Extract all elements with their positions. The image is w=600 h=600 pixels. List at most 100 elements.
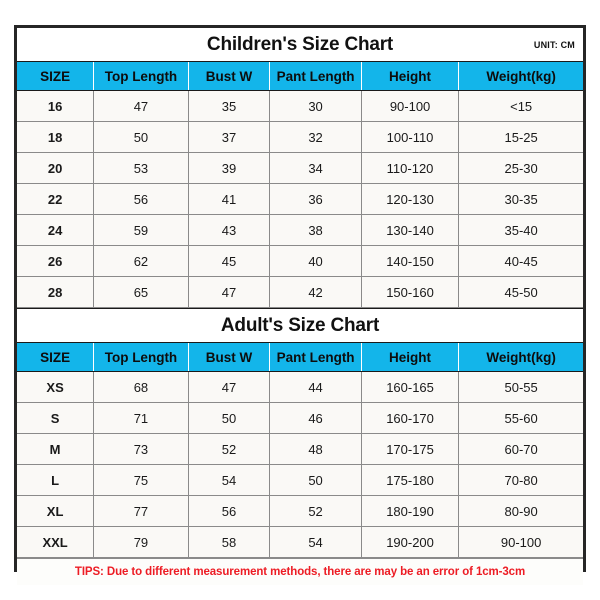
column-header-pant-length: Pant Length [269,61,362,91]
cell-top-length: 79 [93,526,189,558]
cell-top-length: 62 [93,245,189,277]
cell-size: XL [17,495,95,527]
cell-height: 140-150 [360,245,460,277]
cell-weight: <15 [458,90,583,122]
cell-size: XS [17,371,95,403]
cell-bust-w: 45 [187,245,271,277]
cell-weight: 35-40 [458,214,583,246]
cell-height: 175-180 [360,464,460,496]
cell-size: 28 [17,276,95,308]
cell-bust-w: 47 [187,276,271,308]
column-header-size: SIZE [17,61,95,91]
cell-top-length: 77 [93,495,189,527]
cell-height: 150-160 [360,276,460,308]
column-header-height: Height [360,61,460,91]
cell-height: 90-100 [360,90,460,122]
table-row: 16 47 35 30 90-100 <15 [17,90,583,122]
cell-top-length: 53 [93,152,189,184]
adult-table-body: Adult's Size Chart SIZE Top Length Bust … [17,308,583,558]
cell-bust-w: 43 [187,214,271,246]
cell-bust-w: 56 [187,495,271,527]
column-header-bust-w: Bust W [187,342,271,372]
cell-bust-w: 52 [187,433,271,465]
cell-bust-w: 41 [187,183,271,215]
cell-size: 16 [17,90,95,122]
table-row: 22 56 41 36 120-130 30-35 [17,183,583,215]
column-header-bust-w: Bust W [187,61,271,91]
cell-pant-length: 40 [269,245,362,277]
cell-top-length: 47 [93,90,189,122]
cell-pant-length: 32 [269,121,362,153]
cell-size: 18 [17,121,95,153]
cell-top-length: 65 [93,276,189,308]
cell-weight: 15-25 [458,121,583,153]
table-row: 18 50 37 32 100-110 15-25 [17,121,583,153]
table-row: 28 65 47 42 150-160 45-50 [17,276,583,308]
tips-note: TIPS: Due to different measurement metho… [17,558,583,585]
size-chart-container: Children's Size Chart UNIT: CM SIZE Top … [14,25,586,585]
cell-top-length: 59 [93,214,189,246]
cell-pant-length: 54 [269,526,362,558]
children-size-table: Children's Size Chart UNIT: CM SIZE Top … [17,28,583,308]
cell-bust-w: 39 [187,152,271,184]
cell-pant-length: 36 [269,183,362,215]
cell-weight: 55-60 [458,402,583,434]
children-table-body: Children's Size Chart UNIT: CM SIZE Top … [17,28,583,308]
adult-header-row: SIZE Top Length Bust W Pant Length Heigh… [17,342,583,372]
cell-weight: 45-50 [458,276,583,308]
column-header-weight: Weight(kg) [458,61,583,91]
table-row: XXL 79 58 54 190-200 90-100 [17,526,583,558]
table-row: 20 53 39 34 110-120 25-30 [17,152,583,184]
cell-pant-length: 44 [269,371,362,403]
cell-top-length: 71 [93,402,189,434]
cell-size: 20 [17,152,95,184]
cell-height: 120-130 [360,183,460,215]
unit-note: UNIT: CM [533,39,575,50]
cell-size: 24 [17,214,95,246]
cell-height: 100-110 [360,121,460,153]
children-header-row: SIZE Top Length Bust W Pant Length Heigh… [17,61,583,91]
cell-weight: 80-90 [458,495,583,527]
cell-weight: 90-100 [458,526,583,558]
cell-size: L [17,464,95,496]
cell-weight: 50-55 [458,371,583,403]
cell-top-length: 68 [93,371,189,403]
cell-top-length: 73 [93,433,189,465]
cell-height: 160-170 [360,402,460,434]
cell-size: 22 [17,183,95,215]
cell-weight: 70-80 [458,464,583,496]
column-header-top-length: Top Length [93,61,189,91]
cell-weight: 40-45 [458,245,583,277]
cell-bust-w: 58 [187,526,271,558]
cell-height: 160-165 [360,371,460,403]
cell-pant-length: 52 [269,495,362,527]
cell-top-length: 75 [93,464,189,496]
cell-bust-w: 54 [187,464,271,496]
cell-pant-length: 46 [269,402,362,434]
column-header-size: SIZE [17,342,95,372]
cell-height: 130-140 [360,214,460,246]
cell-top-length: 56 [93,183,189,215]
cell-bust-w: 37 [187,121,271,153]
table-row: 26 62 45 40 140-150 40-45 [17,245,583,277]
column-header-pant-length: Pant Length [269,342,362,372]
cell-height: 180-190 [360,495,460,527]
adult-title-cell: Adult's Size Chart [17,308,583,343]
table-row: L 75 54 50 175-180 70-80 [17,464,583,496]
cell-bust-w: 50 [187,402,271,434]
table-row: XS 68 47 44 160-165 50-55 [17,371,583,403]
cell-weight: 25-30 [458,152,583,184]
cell-pant-length: 50 [269,464,362,496]
column-header-weight: Weight(kg) [458,342,583,372]
cell-weight: 60-70 [458,433,583,465]
cell-top-length: 50 [93,121,189,153]
children-chart-title: Children's Size Chart [206,34,394,55]
cell-size: XXL [17,526,95,558]
children-title-row: Children's Size Chart UNIT: CM [17,28,583,62]
cell-weight: 30-35 [458,183,583,215]
column-header-top-length: Top Length [93,342,189,372]
cell-height: 170-175 [360,433,460,465]
adult-size-table: Adult's Size Chart SIZE Top Length Bust … [17,308,583,558]
column-header-height: Height [360,342,460,372]
adult-chart-title: Adult's Size Chart [220,315,380,336]
